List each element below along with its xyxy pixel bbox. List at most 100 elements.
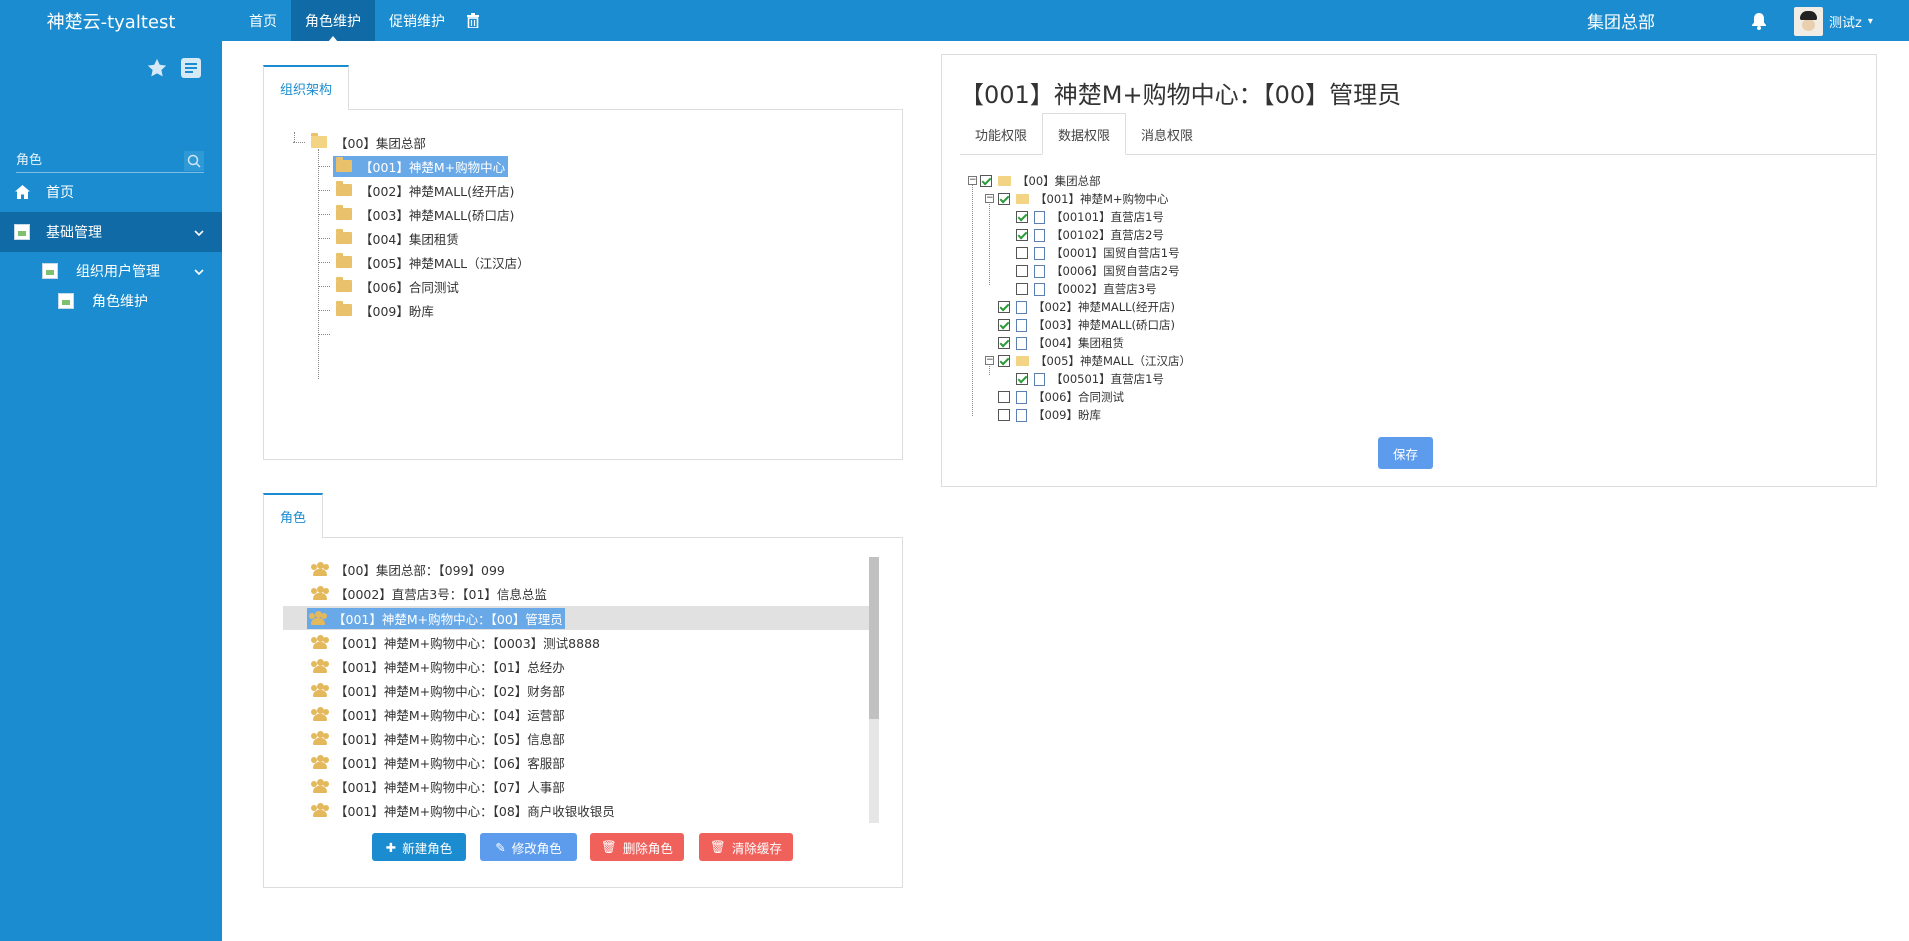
perm-label: 【00】集团总部 [1017, 174, 1101, 188]
perm-node[interactable]: 【0006】国贸自营店2号 [1016, 262, 1180, 280]
users-icon [311, 683, 329, 697]
checkbox[interactable] [998, 355, 1010, 367]
sidebar-item-org-user-management[interactable]: 组织用户管理 [0, 256, 222, 286]
org-tabbar: 组织架构 [263, 65, 350, 110]
role-item-selected[interactable]: 【001】神楚M+购物中心：【00】管理员 [307, 607, 791, 629]
org-tree-label: 【009】盼库 [360, 303, 434, 319]
perm-node[interactable]: 【0002】直营店3号 [1016, 280, 1157, 298]
checkbox[interactable] [980, 175, 992, 187]
role-item[interactable]: 【001】神楚M+购物中心：【08】商户收银收银员 [307, 800, 791, 820]
edit-role-button[interactable]: ✎ 修改角色 [480, 833, 577, 861]
role-label: 【001】神楚M+购物中心：【00】管理员 [333, 611, 563, 627]
role-list-scrollbar[interactable] [869, 557, 879, 823]
checkbox[interactable] [1016, 247, 1028, 259]
role-item[interactable]: 【0002】直营店3号：【01】信息总监 [307, 583, 791, 603]
role-item[interactable]: 【001】神楚M+购物中心：【07】人事部 [307, 776, 791, 796]
tab-data-permissions[interactable]: 数据权限 [1042, 113, 1127, 155]
perm-node[interactable]: 【001】神楚M+购物中心 [998, 190, 1169, 208]
checkbox[interactable] [998, 409, 1010, 421]
bell-icon[interactable] [1749, 11, 1769, 31]
org-tree-node[interactable]: 【006】合同测试 [336, 276, 459, 296]
checkbox[interactable] [1016, 373, 1028, 385]
list-icon[interactable] [180, 57, 202, 83]
tab-roles[interactable]: 角色 [263, 493, 324, 538]
star-icon[interactable] [146, 57, 168, 83]
sidebar-item-home[interactable]: 首页 [0, 172, 222, 212]
org-tree-node[interactable]: 【005】神楚MALL（江汉店） [336, 252, 530, 272]
perm-label: 【002】神楚MALL(经开店) [1033, 300, 1176, 314]
trash-icon[interactable] [459, 0, 487, 41]
checkbox[interactable] [998, 319, 1010, 331]
tab-message-permissions[interactable]: 消息权限 [1126, 113, 1208, 155]
sidebar-item-role-maintenance[interactable]: 角色维护 [0, 286, 222, 316]
clear-cache-button[interactable]: 🗑 清除缓存 [699, 833, 793, 861]
sidebar-item-label: 组织用户管理 [76, 264, 160, 280]
perm-node[interactable]: 【002】神楚MALL(经开店) [998, 298, 1175, 316]
perm-label: 【00101】直营店1号 [1051, 210, 1164, 224]
checkbox[interactable] [998, 337, 1010, 349]
role-item[interactable]: 【001】神楚M+购物中心：【01】总经办 [307, 656, 791, 676]
role-item[interactable]: 【001】神楚M+购物中心：【06】客服部 [307, 752, 791, 772]
delete-role-button[interactable]: 🗑 删除角色 [590, 833, 684, 861]
user-menu[interactable]: 测试z ▾ [1794, 6, 1873, 36]
collapse-toggle[interactable]: − [968, 176, 977, 185]
role-item[interactable]: 【001】神楚M+购物中心：【04】运营部 [307, 704, 791, 724]
tab-function-permissions[interactable]: 功能权限 [960, 113, 1042, 155]
role-label: 【00】集团总部：【099】099 [335, 562, 505, 578]
checkbox[interactable] [1016, 229, 1028, 241]
file-icon [1016, 336, 1027, 350]
org-tree-node[interactable]: 【003】神楚MALL(硚口店) [336, 204, 514, 224]
nav-promotion-maintenance[interactable]: 促销维护 [375, 0, 459, 41]
checkbox[interactable] [998, 193, 1010, 205]
perm-node[interactable]: 【003】神楚MALL(硚口店) [998, 316, 1175, 334]
perm-node[interactable]: 【00501】直营店1号 [1016, 370, 1164, 388]
edit-icon: ✎ [495, 839, 506, 855]
org-tree-node[interactable]: 【002】神楚MALL(经开店) [336, 180, 514, 200]
tab-org-structure[interactable]: 组织架构 [263, 65, 350, 110]
org-tree-panel: 组织架构 【00】集团总部 【001】神楚M+购物中心 【002】神楚MALL(… [263, 65, 903, 460]
users-icon [311, 586, 329, 600]
nav-role-maintenance[interactable]: 角色维护 [291, 0, 375, 42]
users-icon [311, 659, 329, 673]
perm-node[interactable]: 【009】盼库 [998, 406, 1101, 424]
checkbox[interactable] [1016, 265, 1028, 277]
role-label: 【001】神楚M+购物中心：【05】信息部 [335, 731, 565, 747]
perm-node[interactable]: 【004】集团租赁 [998, 334, 1124, 352]
top-bar: 神楚云-tyaltest 首页 角色维护 促销维护 集团总部 测试z ▾ [0, 0, 1909, 42]
collapse-toggle[interactable]: − [985, 194, 994, 203]
perm-node[interactable]: 【00101】直营店1号 [1016, 208, 1164, 226]
org-tree-node[interactable]: 【001】神楚M+购物中心 [333, 155, 509, 177]
collapse-toggle[interactable]: − [985, 356, 994, 365]
avatar [1794, 6, 1823, 36]
role-item[interactable]: 【001】神楚M+购物中心：【05】信息部 [307, 728, 791, 748]
checkbox[interactable] [1016, 283, 1028, 295]
checkbox[interactable] [998, 301, 1010, 313]
image-icon [42, 263, 58, 279]
perm-node[interactable]: 【006】合同测试 [998, 388, 1124, 406]
sidebar-search-input[interactable] [16, 149, 176, 171]
file-icon [1016, 300, 1027, 314]
role-label: 【0002】直营店3号：【01】信息总监 [335, 586, 547, 602]
new-role-button[interactable]: ✚ 新建角色 [372, 833, 466, 861]
checkbox[interactable] [1016, 211, 1028, 223]
sidebar-item-basic-management[interactable]: 基础管理 [0, 212, 222, 252]
perm-node[interactable]: 【005】神楚MALL（江汉店） [998, 352, 1191, 370]
perm-node-root[interactable]: 【00】集团总部 [980, 172, 1101, 190]
perm-node[interactable]: 【00102】直营店2号 [1016, 226, 1164, 244]
role-item[interactable]: 【001】神楚M+购物中心：【02】财务部 [307, 680, 791, 700]
checkbox[interactable] [998, 391, 1010, 403]
org-tree-root[interactable]: 【00】集团总部 [311, 132, 426, 152]
perm-node[interactable]: 【0001】国贸自营店1号 [1016, 244, 1180, 262]
save-button[interactable]: 保存 [1378, 437, 1433, 469]
search-icon[interactable] [184, 151, 204, 171]
app-brand[interactable]: 神楚云-tyaltest [0, 0, 222, 41]
role-item[interactable]: 【00】集团总部：【099】099 [307, 559, 791, 579]
scrollbar-thumb[interactable] [869, 557, 879, 719]
role-item[interactable]: 【001】神楚M+购物中心：【0003】测试8888 [307, 632, 791, 652]
folder-icon [336, 157, 352, 172]
nav-home[interactable]: 首页 [235, 0, 291, 41]
org-tree-label: 【001】神楚M+购物中心 [360, 159, 506, 175]
current-org[interactable]: 集团总部 [1587, 0, 1655, 41]
org-tree-node[interactable]: 【009】盼库 [336, 300, 434, 320]
org-tree-node[interactable]: 【004】集团租赁 [336, 228, 459, 248]
